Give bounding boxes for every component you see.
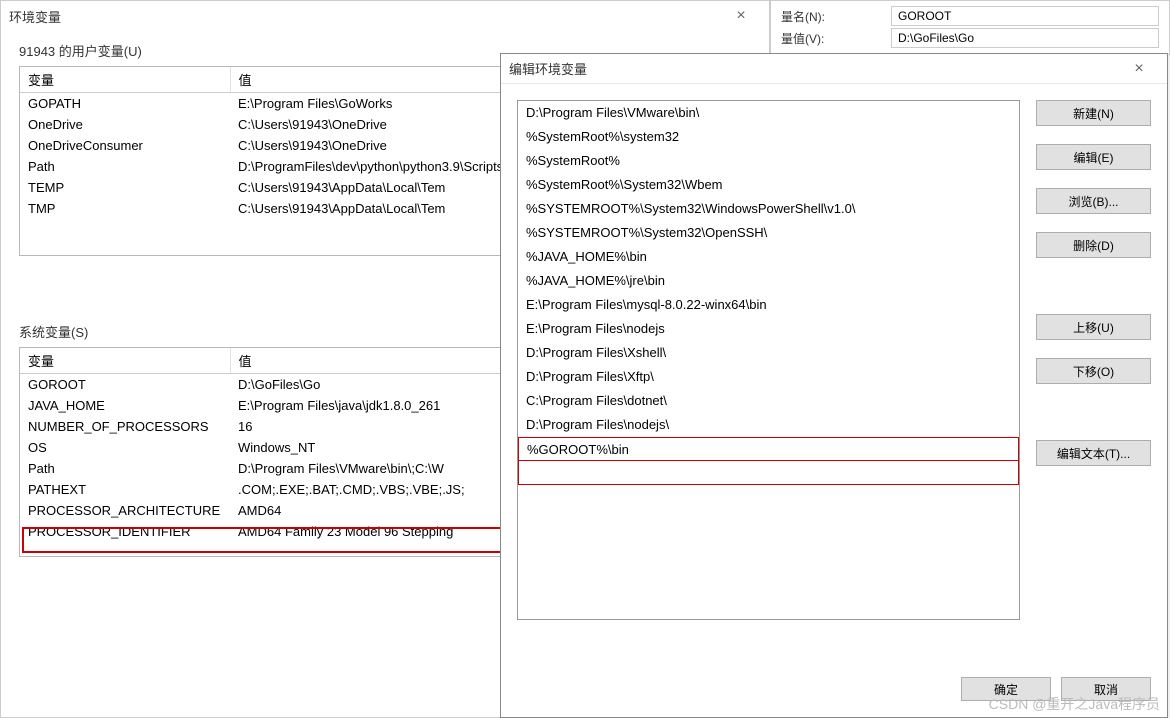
- edit-env-variable-dialog: 编辑环境变量 × D:\Program Files\VMware\bin\%Sy…: [500, 53, 1168, 718]
- var-name-input[interactable]: [891, 6, 1159, 26]
- var-name-cell: Path: [20, 156, 230, 177]
- path-list-item[interactable]: E:\Program Files\mysql-8.0.22-winx64\bin: [518, 293, 1019, 317]
- var-name-cell: OS: [20, 437, 230, 458]
- new-button[interactable]: 新建(N): [1036, 100, 1151, 126]
- close-icon[interactable]: ×: [721, 7, 761, 25]
- var-name-cell: TMP: [20, 198, 230, 219]
- var-name-cell: OneDrive: [20, 114, 230, 135]
- cancel-button[interactable]: 取消: [1061, 677, 1151, 701]
- var-name-cell: OneDriveConsumer: [20, 135, 230, 156]
- path-list-item[interactable]: D:\Program Files\Xshell\: [518, 341, 1019, 365]
- var-name-cell: GOPATH: [20, 93, 230, 115]
- path-list-item[interactable]: %SystemRoot%\system32: [518, 125, 1019, 149]
- var-name-cell: PROCESSOR_ARCHITECTURE: [20, 500, 230, 521]
- delete-button[interactable]: 删除(D): [1036, 232, 1151, 258]
- path-listbox[interactable]: D:\Program Files\VMware\bin\%SystemRoot%…: [517, 100, 1020, 620]
- path-list-item[interactable]: D:\Program Files\nodejs\: [518, 413, 1019, 437]
- path-list-item[interactable]: %SYSTEMROOT%\System32\OpenSSH\: [518, 221, 1019, 245]
- edit-button[interactable]: 编辑(E): [1036, 144, 1151, 170]
- move-up-button[interactable]: 上移(U): [1036, 314, 1151, 340]
- path-list-item[interactable]: D:\Program Files\Xftp\: [518, 365, 1019, 389]
- var-name-cell: PATHEXT: [20, 479, 230, 500]
- path-list-item[interactable]: %GOROOT%\bin: [518, 437, 1019, 461]
- path-list-item[interactable]: %SYSTEMROOT%\System32\WindowsPowerShell\…: [518, 197, 1019, 221]
- var-name-label: 量名(N):: [781, 8, 891, 25]
- path-list-item[interactable]: %SystemRoot%\System32\Wbem: [518, 173, 1019, 197]
- var-name-cell: PROCESSOR_IDENTIFIER: [20, 521, 230, 542]
- var-value-label: 量值(V):: [781, 30, 891, 47]
- variable-definition-strip: 量名(N): 量值(V):: [770, 0, 1170, 55]
- edit-dialog-title: 编辑环境变量: [509, 59, 1119, 78]
- browse-button[interactable]: 浏览(B)...: [1036, 188, 1151, 214]
- var-name-cell: Path: [20, 458, 230, 479]
- path-list-item[interactable]: E:\Program Files\nodejs: [518, 317, 1019, 341]
- path-list-item[interactable]: D:\Program Files\VMware\bin\: [518, 101, 1019, 125]
- edit-text-button[interactable]: 编辑文本(T)...: [1036, 440, 1151, 466]
- var-value-input[interactable]: [891, 28, 1159, 48]
- path-list-item[interactable]: %SystemRoot%: [518, 149, 1019, 173]
- path-list-item[interactable]: C:\Program Files\dotnet\: [518, 389, 1019, 413]
- var-name-cell: JAVA_HOME: [20, 395, 230, 416]
- ok-button[interactable]: 确定: [961, 677, 1051, 701]
- path-list-item[interactable]: %JAVA_HOME%\bin: [518, 245, 1019, 269]
- var-name-cell: NUMBER_OF_PROCESSORS: [20, 416, 230, 437]
- env-dialog-title: 环境变量: [9, 7, 721, 26]
- move-down-button[interactable]: 下移(O): [1036, 358, 1151, 384]
- sys-col-var[interactable]: 变量: [20, 348, 230, 374]
- user-col-var[interactable]: 变量: [20, 67, 230, 93]
- close-icon[interactable]: ×: [1119, 60, 1159, 78]
- path-list-item[interactable]: %JAVA_HOME%\jre\bin: [518, 269, 1019, 293]
- path-list-item-empty[interactable]: [518, 461, 1019, 485]
- var-name-cell: TEMP: [20, 177, 230, 198]
- var-name-cell: GOROOT: [20, 374, 230, 396]
